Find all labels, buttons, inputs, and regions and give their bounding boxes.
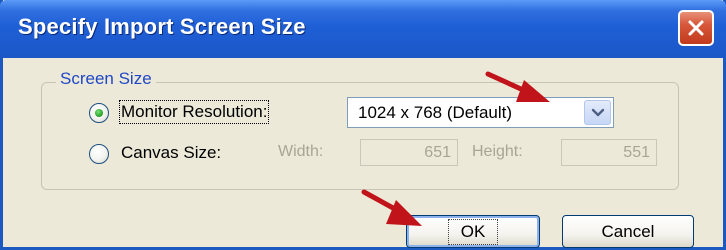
- canvas-size-radio[interactable]: [89, 144, 109, 164]
- width-label: Width:: [278, 143, 324, 160]
- close-button[interactable]: [678, 10, 714, 46]
- dropdown-arrow-button[interactable]: [584, 100, 611, 125]
- annotation-arrow-icon: [361, 189, 422, 226]
- group-legend: Screen Size: [56, 69, 156, 89]
- ok-button-label: OK: [447, 218, 499, 245]
- cancel-button-label: Cancel: [601, 221, 655, 241]
- width-field[interactable]: 651: [360, 139, 458, 166]
- radio-selected-dot: [95, 109, 103, 117]
- annotation-arrow-icon: [485, 71, 550, 102]
- monitor-resolution-label[interactable]: Monitor Resolution:: [118, 100, 270, 124]
- chevron-down-icon: [591, 108, 604, 116]
- close-icon: [688, 20, 704, 36]
- height-label: Height:: [472, 143, 523, 160]
- title-bar[interactable]: Specify Import Screen Size: [0, 0, 726, 58]
- canvas-size-label[interactable]: Canvas Size:: [121, 143, 221, 163]
- cancel-button[interactable]: Cancel: [562, 215, 694, 248]
- dialog-title: Specify Import Screen Size: [18, 14, 306, 39]
- monitor-resolution-radio[interactable]: [89, 103, 109, 123]
- height-field[interactable]: 551: [561, 139, 657, 166]
